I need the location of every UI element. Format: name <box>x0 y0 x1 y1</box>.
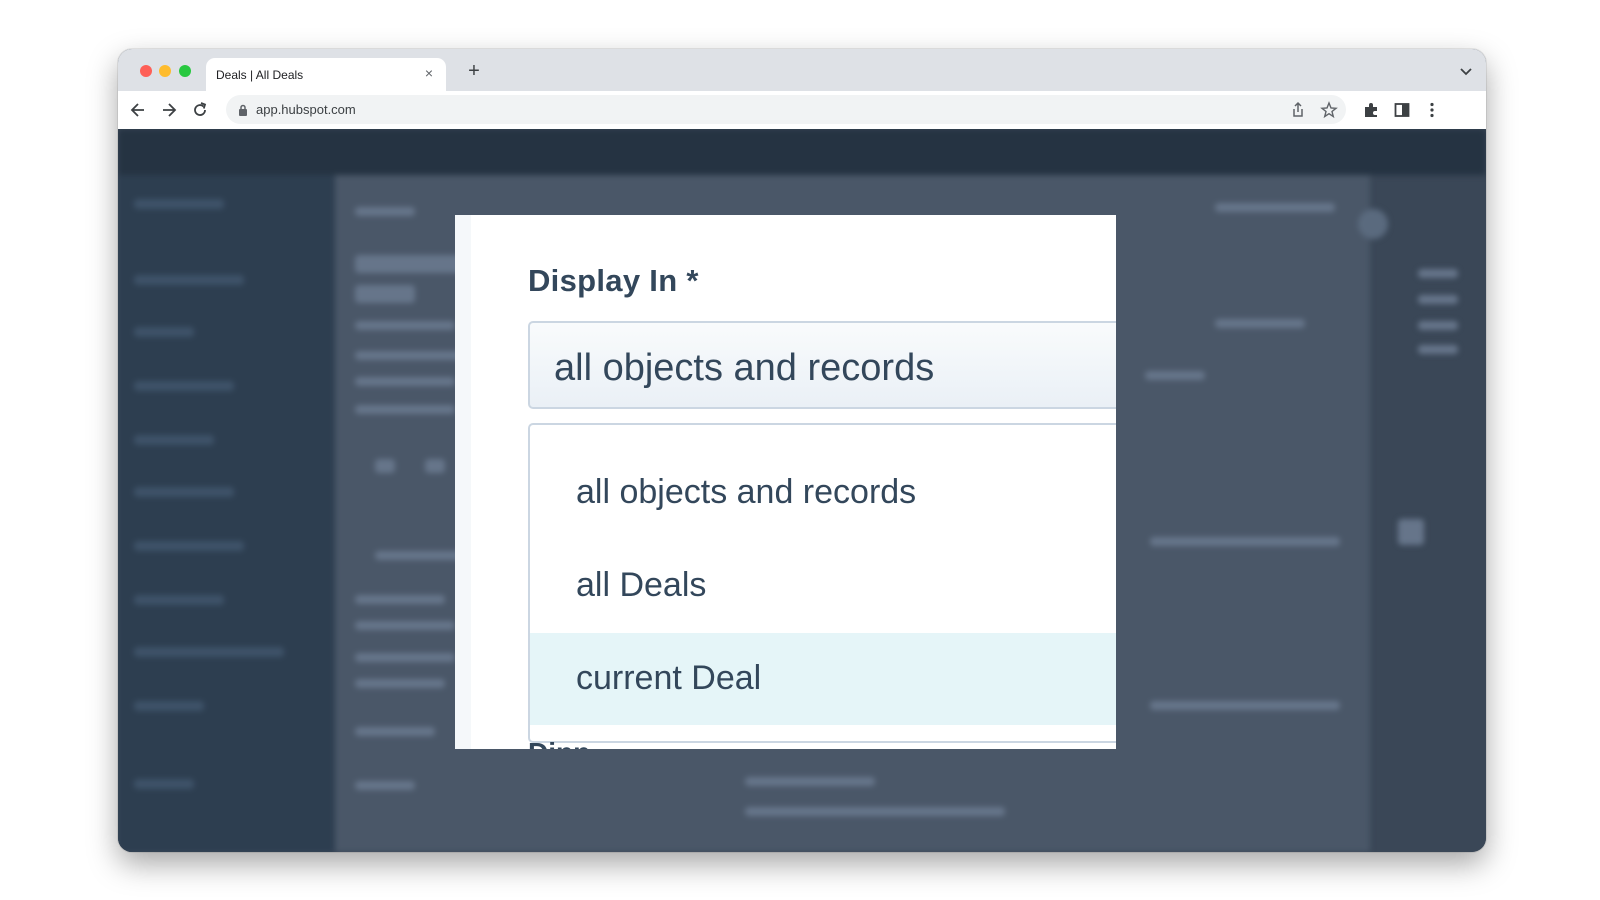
next-field-label: Dinn <box>528 737 590 749</box>
maximize-window-button[interactable] <box>179 65 191 77</box>
tab-bar: Deals | All Deals × + <box>118 49 1486 91</box>
option-label: all objects and records <box>576 473 917 511</box>
lock-icon <box>238 103 248 121</box>
app-top-nav <box>118 129 1486 175</box>
display-in-selected-value: all objects and records <box>554 347 935 389</box>
option-label: all Deals <box>576 566 707 604</box>
tab-title: Deals | All Deals <box>216 68 304 82</box>
app-sidebar <box>118 175 335 852</box>
display-in-dropdown-menu: all objects and records all Deals curren… <box>528 423 1116 743</box>
option-all-objects-and-records[interactable]: all objects and records <box>530 447 1116 539</box>
browser-tab-active[interactable]: Deals | All Deals × <box>206 58 446 91</box>
close-window-button[interactable] <box>140 65 152 77</box>
display-in-select[interactable]: all objects and records <box>528 321 1116 409</box>
minimize-window-button[interactable] <box>159 65 171 77</box>
kebab-menu-icon[interactable] <box>1422 100 1442 120</box>
modal-left-edge <box>455 215 471 749</box>
option-label: current Deal <box>576 659 762 697</box>
option-all-deals[interactable]: all Deals <box>530 540 1116 632</box>
bookmark-star-icon[interactable] <box>1319 100 1339 120</box>
back-arrow-icon[interactable] <box>128 100 148 120</box>
display-settings-modal: Display In * all objects and records all… <box>455 215 1116 749</box>
reload-icon[interactable] <box>190 100 210 120</box>
side-panel-icon[interactable] <box>1392 100 1412 120</box>
address-bar[interactable]: app.hubspot.com <box>226 95 1346 124</box>
browser-window: Deals | All Deals × + app.hubspot.com Di… <box>118 49 1486 852</box>
tab-close-icon[interactable]: × <box>420 64 438 82</box>
chevron-down-icon[interactable] <box>1460 63 1472 81</box>
page-content: Display In * all objects and records all… <box>118 129 1486 852</box>
browser-toolbar: app.hubspot.com <box>118 91 1486 130</box>
display-in-label: Display In * <box>528 263 699 298</box>
url-text: app.hubspot.com <box>256 102 356 117</box>
option-current-deal[interactable]: current Deal <box>530 633 1116 725</box>
share-icon[interactable] <box>1288 100 1308 120</box>
forward-arrow-icon[interactable] <box>159 100 179 120</box>
extensions-puzzle-icon[interactable] <box>1361 100 1381 120</box>
new-tab-button[interactable]: + <box>463 61 485 81</box>
